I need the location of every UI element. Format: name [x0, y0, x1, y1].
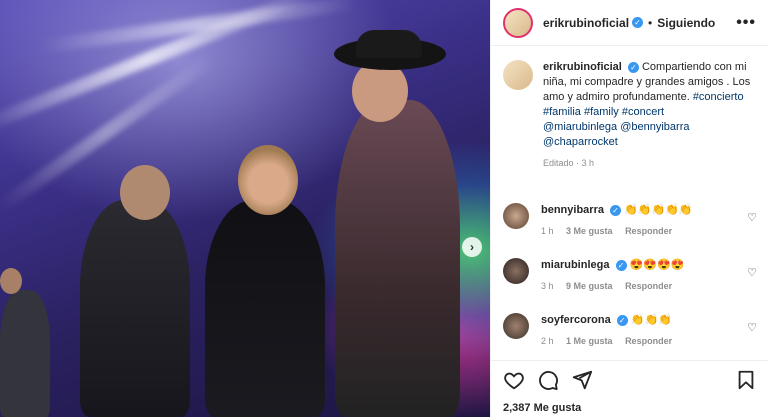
chevron-right-icon: › [470, 240, 474, 254]
more-options-icon[interactable]: ••• [736, 14, 756, 32]
edited-timestamp: Editado · 3 h [543, 158, 595, 168]
bookmark-icon[interactable] [735, 369, 757, 391]
caption-text: erikrubinoficial ✓ Compartiendo con mi n… [543, 60, 756, 171]
comment-text: 👏👏👏👏👏 [624, 204, 693, 216]
reply-button[interactable]: Responder [625, 226, 672, 236]
caption: erikrubinoficial ✓ Compartiendo con mi n… [491, 46, 768, 171]
cowboy-hat-crown [356, 30, 422, 58]
reply-button[interactable]: Responder [625, 336, 672, 346]
comment-time: 2 h [541, 336, 554, 346]
mention[interactable]: @chaparrocket [543, 136, 618, 148]
heart-icon[interactable]: ♡ [747, 211, 757, 236]
heart-icon[interactable] [503, 369, 525, 391]
hashtag[interactable]: #family [584, 106, 619, 118]
comment-likes[interactable]: 9 Me gusta [566, 281, 613, 291]
heart-icon[interactable]: ♡ [747, 321, 757, 346]
comment-text: 😍😍😍😍 [629, 259, 685, 271]
likes-count[interactable]: 2,387 Me gusta [503, 402, 581, 414]
share-icon[interactable] [571, 369, 593, 391]
comment-item: soyfercorona ✓ 👏👏👏 2 h 1 Me gusta Respon… [491, 313, 768, 346]
action-bar [491, 360, 768, 398]
verified-icon: ✓ [627, 61, 639, 73]
verified-icon: ✓ [616, 314, 628, 326]
avatar[interactable] [503, 7, 533, 38]
hashtag[interactable]: #concierto [693, 91, 744, 103]
post-username[interactable]: erikrubinoficial [543, 16, 629, 30]
verified-icon: ✓ [632, 17, 644, 28]
caption-username[interactable]: erikrubinoficial [543, 61, 622, 73]
comment-item: miarubinlega ✓ 😍😍😍😍 3 h 9 Me gusta Respo… [491, 258, 768, 291]
post-photo[interactable]: › [0, 0, 490, 417]
hashtag[interactable]: #concert [622, 106, 664, 118]
post-header: erikrubinoficial ✓ • Siguiendo ••• [491, 0, 768, 46]
mention[interactable]: @miarubinlega [543, 121, 617, 133]
comment-icon[interactable] [537, 369, 559, 391]
comment-text: 👏👏👏 [630, 314, 672, 326]
post-sidebar: erikrubinoficial ✓ • Siguiendo ••• erikr… [490, 0, 768, 417]
comment-likes[interactable]: 3 Me gusta [566, 226, 613, 236]
hashtag[interactable]: #familia [543, 106, 581, 118]
verified-icon: ✓ [610, 204, 622, 216]
next-photo-button[interactable]: › [462, 237, 482, 257]
comment-time: 3 h [541, 281, 554, 291]
performer-right [335, 100, 460, 417]
avatar[interactable] [503, 258, 529, 284]
caption-avatar[interactable] [503, 60, 533, 90]
performer-left [80, 200, 190, 417]
guitarist-head [0, 268, 22, 294]
guitarist [0, 290, 50, 417]
following-button[interactable]: Siguiendo [657, 16, 715, 30]
comment-username[interactable]: soyfercorona [541, 314, 611, 326]
comment-username[interactable]: miarubinlega [541, 259, 609, 271]
performer-middle [205, 200, 325, 417]
verified-icon: ✓ [615, 259, 627, 271]
comment-likes[interactable]: 1 Me gusta [566, 336, 613, 346]
reply-button[interactable]: Responder [625, 281, 672, 291]
mention[interactable]: @bennyibarra [620, 121, 689, 133]
performer-left-head [120, 165, 170, 220]
performer-middle-head [238, 145, 298, 215]
avatar[interactable] [503, 313, 529, 339]
comment-time: 1 h [541, 226, 554, 236]
comment-username[interactable]: bennyibarra [541, 204, 604, 216]
comment-item: bennyibarra ✓ 👏👏👏👏👏 1 h 3 Me gusta Respo… [491, 203, 768, 236]
heart-icon[interactable]: ♡ [747, 266, 757, 291]
separator-dot: • [648, 15, 653, 30]
avatar[interactable] [503, 203, 529, 229]
